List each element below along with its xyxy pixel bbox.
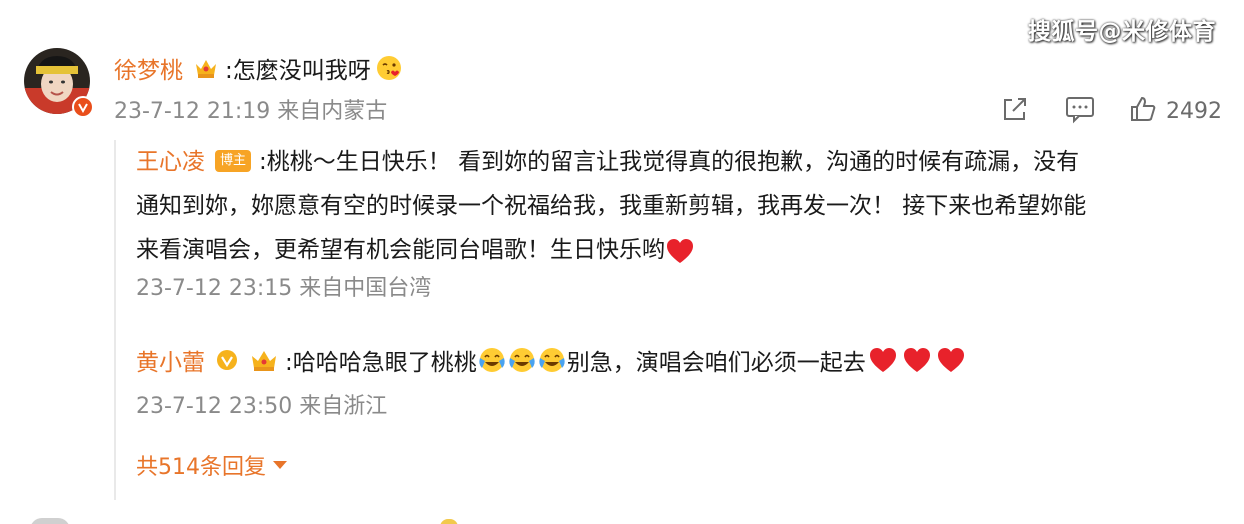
watermark: 搜狐号@米修体育 [1028, 19, 1216, 45]
crying-laugh-emoji-icon [477, 346, 507, 374]
heart-icon [866, 346, 900, 374]
like-icon [1128, 94, 1158, 128]
reply-timestamp: 23-7-12 23:15 [136, 276, 293, 301]
comment-header: 徐梦桃 :怎麼没叫我呀 [114, 50, 403, 86]
reply-text-line: :桃桃～生日快乐！ 看到妳的留言让我觉得真的很抱歉，沟通的时候有疏漏，没有 [259, 149, 1080, 175]
crying-laugh-emoji-icon [507, 346, 537, 374]
reply-text: 别急，演唱会咱们必须一起去 [566, 350, 866, 376]
verified-badge-icon [72, 96, 94, 118]
reply-location: 来自浙江 [299, 394, 388, 419]
next-crown-icon [440, 519, 458, 524]
next-avatar [30, 518, 70, 524]
reply-item: 王心凌 博主 :桃桃～生日快乐！ 看到妳的留言让我觉得真的很抱歉，沟通的时候有疏漏，… [136, 140, 1224, 272]
reply-line: 王心凌 博主 :桃桃～生日快乐！ 看到妳的留言让我觉得真的很抱歉，沟通的时候有疏漏，… [136, 140, 1224, 184]
heart-icon [900, 346, 934, 374]
share-button[interactable] [1000, 94, 1030, 128]
reply-username[interactable]: 黄小蕾 [136, 343, 205, 377]
author-badge: 博主 [215, 149, 252, 172]
like-count: 2492 [1166, 98, 1222, 124]
reply-line: 来看演唱会，更希望有机会能同台唱歌！生日快乐哟 [136, 228, 1224, 272]
share-icon [1000, 94, 1030, 128]
caret-down-icon [272, 459, 288, 471]
heart-icon [934, 346, 968, 374]
reply-item: 黄小蕾 :哈哈哈急眼了桃桃 别急，演唱会咱们必须一起去 [136, 338, 968, 382]
crown-icon [249, 347, 279, 373]
reply-username[interactable]: 王心凌 [136, 149, 205, 175]
reply-location: 来自中国台湾 [299, 276, 432, 301]
like-button[interactable]: 2492 [1128, 94, 1222, 128]
reply-meta: 23-7-12 23:15 来自中国台湾 [136, 272, 1224, 306]
reply-timestamp: 23-7-12 23:50 [136, 394, 293, 419]
comment-icon [1064, 94, 1096, 128]
comment-timestamp: 23-7-12 21:19 [114, 99, 271, 124]
comment-username[interactable]: 徐梦桃 [114, 51, 183, 85]
more-replies-link[interactable]: 共514条回复 [136, 448, 288, 482]
reply-line: 通知到妳，妳愿意有空的时候录一个祝福给我，我重新剪辑，我再发一次！ 接下来也希望… [136, 193, 1087, 219]
more-replies-label: 共514条回复 [136, 455, 266, 480]
kiss-emoji-icon [375, 54, 403, 82]
heart-icon [665, 237, 695, 265]
comment-button[interactable] [1064, 94, 1096, 128]
weibo-comment-thread: 搜狐号@米修体育 徐梦桃 :怎麼没叫我呀 23-7-12 21:19 来自内蒙古… [0, 0, 1244, 524]
comment-location: 来自内蒙古 [277, 99, 388, 124]
crown-icon [193, 56, 219, 80]
reply-text-line: 来看演唱会，更希望有机会能同台唱歌！生日快乐哟 [136, 237, 665, 263]
verified-gold-icon [215, 348, 239, 372]
reply-meta: 23-7-12 23:50 来自浙江 [136, 390, 387, 424]
comment-meta: 23-7-12 21:19 来自内蒙古 [114, 96, 387, 128]
reply-text: :哈哈哈急眼了桃桃 [285, 350, 477, 376]
reply-list: 王心凌 博主 :桃桃～生日快乐！ 看到妳的留言让我觉得真的很抱歉，沟通的时候有疏漏，… [114, 140, 1224, 500]
crying-laugh-emoji-icon [537, 346, 567, 374]
comment-text: :怎麼没叫我呀 [225, 58, 371, 84]
